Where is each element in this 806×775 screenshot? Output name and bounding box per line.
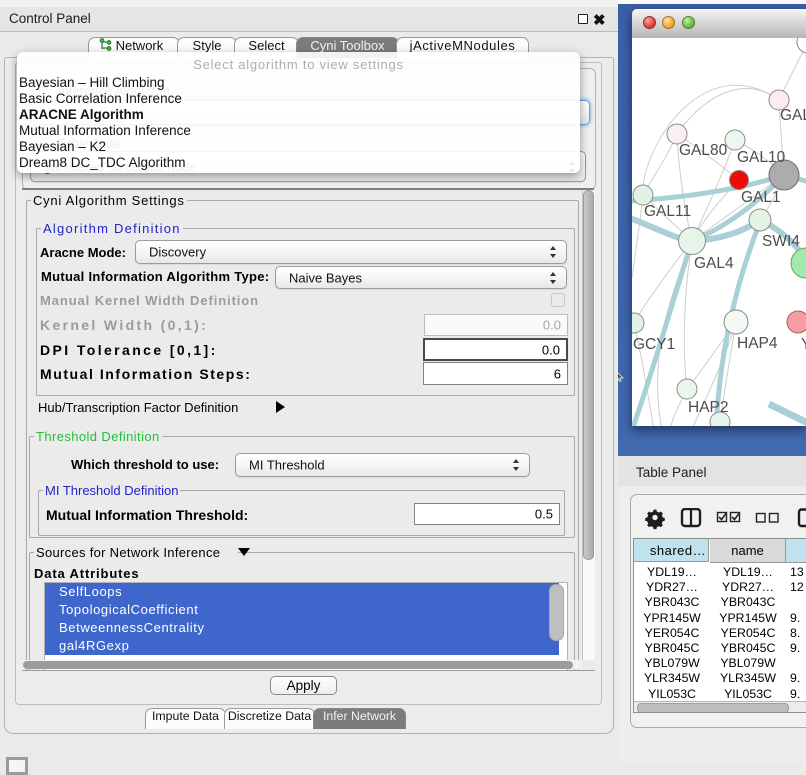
svg-text:GAL4: GAL4 xyxy=(694,255,734,272)
svg-text:GAL7: GAL7 xyxy=(780,107,806,124)
svg-text:HAP4: HAP4 xyxy=(737,335,778,352)
svg-text:GAL11: GAL11 xyxy=(644,203,691,220)
svg-text:GAL80: GAL80 xyxy=(679,142,728,159)
svg-text:GAL10: GAL10 xyxy=(737,149,786,166)
svg-text:HAP2: HAP2 xyxy=(688,399,729,416)
svg-text:GCY1: GCY1 xyxy=(633,336,675,353)
svg-text:SWI4: SWI4 xyxy=(762,233,800,250)
svg-text:GAL1: GAL1 xyxy=(741,189,781,206)
svg-text:Y: Y xyxy=(801,336,806,353)
